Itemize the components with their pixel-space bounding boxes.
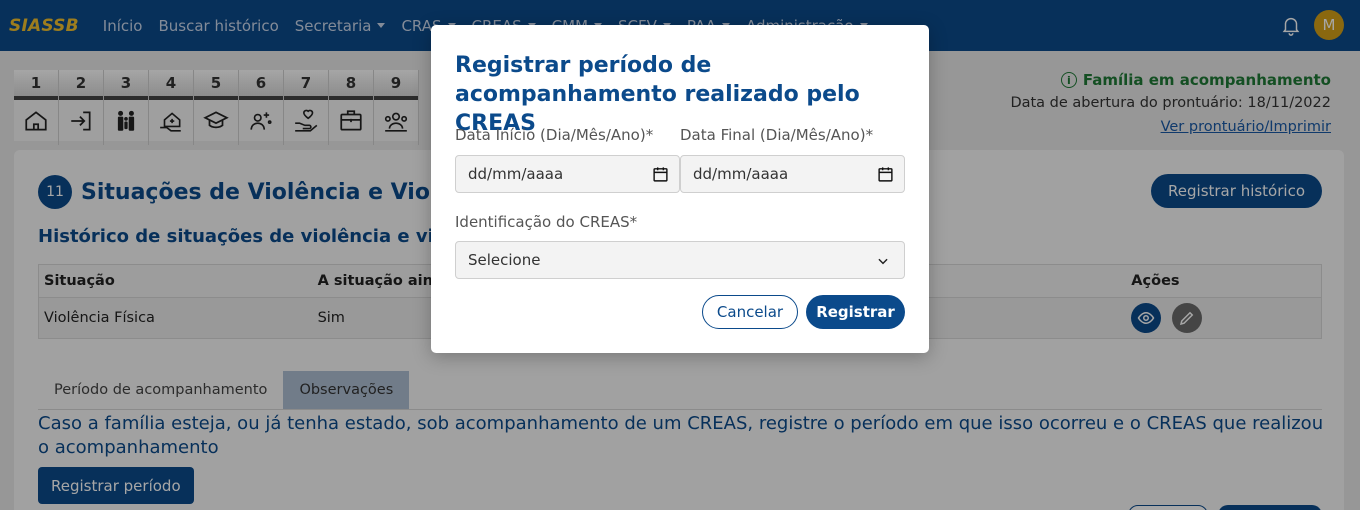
calendar-icon[interactable]: [877, 166, 894, 183]
end-date-placeholder: dd/mm/aaaa: [693, 165, 789, 183]
start-date-input[interactable]: dd/mm/aaaa: [455, 155, 680, 193]
cancel-button[interactable]: Cancelar: [702, 295, 798, 329]
register-button[interactable]: Registrar: [806, 295, 905, 329]
calendar-icon[interactable]: [652, 166, 669, 183]
register-period-modal: Registrar período de acompanhamento real…: [431, 25, 929, 353]
creas-label: Identificação do CREAS*: [455, 213, 638, 231]
chevron-down-icon: [878, 258, 888, 265]
start-date-placeholder: dd/mm/aaaa: [468, 165, 564, 183]
start-date-label: Data Início (Dia/Mês/Ano)*: [455, 126, 654, 144]
end-date-input[interactable]: dd/mm/aaaa: [680, 155, 905, 193]
creas-select[interactable]: Selecione: [455, 241, 905, 279]
creas-select-value: Selecione: [468, 251, 541, 269]
modal-title: Registrar período de acompanhamento real…: [455, 53, 860, 136]
end-date-label: Data Final (Dia/Mês/Ano)*: [680, 126, 874, 144]
